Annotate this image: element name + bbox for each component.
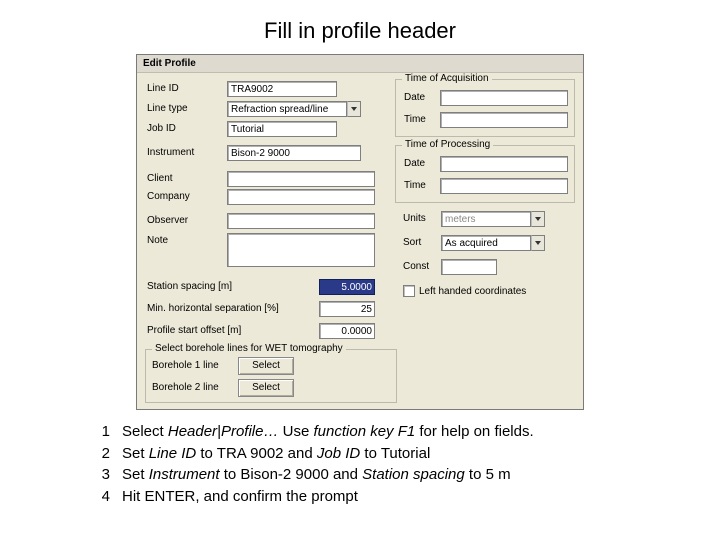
client-input[interactable] <box>227 171 375 187</box>
label-units: Units <box>403 213 426 224</box>
note-input[interactable] <box>227 233 375 267</box>
group-borehole: Select borehole lines for WET tomography… <box>145 349 397 403</box>
borehole1-select-button[interactable]: Select <box>238 357 294 375</box>
dialog-titlebar: Edit Profile <box>137 55 583 73</box>
group-time-processing-legend: Time of Processing <box>402 139 493 150</box>
dialog-body: Line ID TRA9002 Line type Refraction spr… <box>137 73 583 409</box>
label-proc-date: Date <box>404 158 425 169</box>
step-2: Set Line ID to TRA 9002 and Job ID to Tu… <box>122 444 640 464</box>
label-note: Note <box>147 235 168 246</box>
units-select[interactable]: meters <box>441 211 531 227</box>
group-time-processing: Time of Processing Date Time <box>395 145 575 203</box>
edit-profile-dialog: Edit Profile Line ID TRA9002 Line type R… <box>136 54 584 410</box>
units-dropdown-icon[interactable] <box>531 211 545 227</box>
label-profile-start: Profile start offset [m] <box>147 325 241 336</box>
label-instrument: Instrument <box>147 147 194 158</box>
label-sort: Sort <box>403 237 421 248</box>
label-borehole2: Borehole 2 line <box>152 382 219 393</box>
label-observer: Observer <box>147 215 188 226</box>
instrument-input[interactable]: Bison-2 9000 <box>227 145 361 161</box>
label-line-id: Line ID <box>147 83 179 94</box>
line-id-input[interactable]: TRA9002 <box>227 81 337 97</box>
instruction-list: Select Header|Profile… Use function key … <box>80 422 640 506</box>
label-acq-date: Date <box>404 92 425 103</box>
acq-date-input[interactable] <box>440 90 568 106</box>
label-borehole1: Borehole 1 line <box>152 360 219 371</box>
observer-input[interactable] <box>227 213 375 229</box>
label-proc-time: Time <box>404 180 426 191</box>
label-company: Company <box>147 191 190 202</box>
group-time-acquisition-legend: Time of Acquisition <box>402 73 492 84</box>
step-3: Set Instrument to Bison-2 9000 and Stati… <box>122 465 640 485</box>
min-hsep-input[interactable]: 25 <box>319 301 375 317</box>
slide-title: Fill in profile header <box>0 0 720 54</box>
group-time-acquisition: Time of Acquisition Date Time <box>395 79 575 137</box>
const-input[interactable] <box>441 259 497 275</box>
step-1: Select Header|Profile… Use function key … <box>122 422 640 442</box>
proc-date-input[interactable] <box>440 156 568 172</box>
left-handed-checkbox[interactable] <box>403 285 415 297</box>
station-spacing-input[interactable]: 5.0000 <box>319 279 375 295</box>
sort-select[interactable]: As acquired <box>441 235 531 251</box>
group-borehole-legend: Select borehole lines for WET tomography <box>152 343 346 354</box>
job-id-input[interactable]: Tutorial <box>227 121 337 137</box>
profile-start-input[interactable]: 0.0000 <box>319 323 375 339</box>
label-const: Const <box>403 261 429 272</box>
label-station-spacing: Station spacing [m] <box>147 281 232 292</box>
proc-time-input[interactable] <box>440 178 568 194</box>
label-client: Client <box>147 173 173 184</box>
line-type-select[interactable]: Refraction spread/line <box>227 101 347 117</box>
acq-time-input[interactable] <box>440 112 568 128</box>
sort-dropdown-icon[interactable] <box>531 235 545 251</box>
step-4: Hit ENTER, and confirm the prompt <box>122 487 640 507</box>
label-acq-time: Time <box>404 114 426 125</box>
line-type-dropdown-icon[interactable] <box>347 101 361 117</box>
borehole2-select-button[interactable]: Select <box>238 379 294 397</box>
label-min-hsep: Min. horizontal separation [%] <box>147 303 279 314</box>
company-input[interactable] <box>227 189 375 205</box>
label-job-id: Job ID <box>147 123 176 134</box>
label-line-type: Line type <box>147 103 188 114</box>
label-left-handed: Left handed coordinates <box>419 286 526 297</box>
